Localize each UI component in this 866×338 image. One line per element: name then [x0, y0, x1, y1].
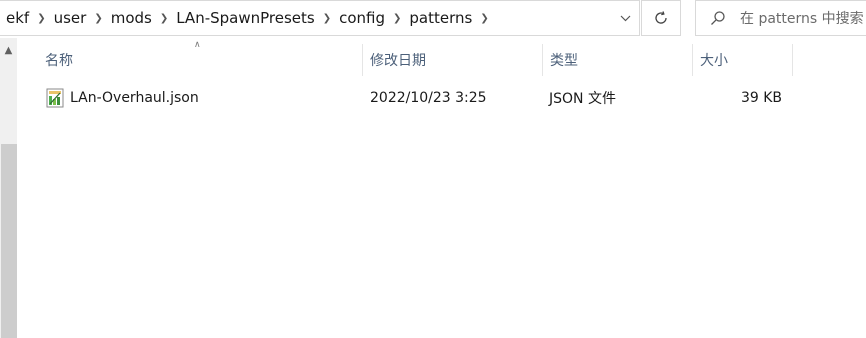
scrollbar-thumb[interactable] — [1, 144, 17, 338]
address-bar[interactable]: ekf ❯ user ❯ mods ❯ LAn-SpawnPresets ❯ c… — [0, 0, 640, 36]
file-size: 39 KB — [740, 90, 782, 106]
column-header-type[interactable]: 类型 — [542, 44, 692, 76]
chevron-right-icon[interactable]: ❯ — [88, 13, 108, 24]
column-header-modified[interactable]: 修改日期 — [362, 44, 542, 76]
chevron-right-icon[interactable]: ❯ — [154, 13, 174, 24]
address-history-dropdown[interactable] — [611, 1, 639, 35]
chevron-right-icon[interactable]: ❯ — [317, 13, 337, 24]
scrollbar-track[interactable] — [0, 60, 17, 144]
breadcrumb-item-patterns[interactable]: patterns — [407, 9, 474, 27]
file-list-pane: ∧ 名称 修改日期 类型 大小 LAn-Overhaul.json 2022/1… — [17, 38, 866, 338]
breadcrumb-item-user[interactable]: user — [52, 9, 89, 27]
column-header-name[interactable]: 名称 — [37, 44, 362, 76]
file-name-cell[interactable]: LAn-Overhaul.json — [46, 84, 199, 112]
search-icon — [711, 11, 725, 25]
breadcrumb-item-config[interactable]: config — [337, 9, 387, 27]
column-divider[interactable] — [792, 44, 793, 76]
chevron-right-icon[interactable]: ❯ — [31, 13, 51, 24]
refresh-button[interactable] — [641, 0, 681, 36]
breadcrumb-item-lan-spawnpresets[interactable]: LAn-SpawnPresets — [174, 9, 316, 27]
file-type: JSON 文件 — [549, 91, 616, 107]
file-name: LAn-Overhaul.json — [70, 90, 199, 106]
chevron-down-icon — [620, 15, 630, 21]
breadcrumb-item-mods[interactable]: mods — [109, 9, 154, 27]
chevron-right-icon[interactable]: ❯ — [474, 13, 494, 24]
breadcrumb: ekf ❯ user ❯ mods ❯ LAn-SpawnPresets ❯ c… — [0, 1, 611, 35]
breadcrumb-item-ekf[interactable]: ekf — [4, 9, 31, 27]
table-row[interactable]: LAn-Overhaul.json 2022/10/23 3:25 JSON 文… — [39, 84, 799, 112]
json-file-icon — [46, 88, 64, 108]
refresh-icon — [655, 11, 667, 24]
file-modified: 2022/10/23 3:25 — [370, 90, 487, 106]
search-placeholder: 在 patterns 中搜索 — [740, 11, 864, 27]
chevron-right-icon[interactable]: ❯ — [387, 13, 407, 24]
search-input[interactable]: 在 patterns 中搜索 — [695, 0, 866, 36]
scroll-up-icon[interactable]: ▲ — [0, 42, 17, 58]
toolbar: ekf ❯ user ❯ mods ❯ LAn-SpawnPresets ❯ c… — [0, 0, 866, 38]
vertical-scrollbar[interactable]: ▲ — [0, 38, 17, 338]
column-header-row: ∧ 名称 修改日期 类型 大小 — [17, 40, 866, 76]
column-header-size[interactable]: 大小 — [692, 44, 792, 76]
